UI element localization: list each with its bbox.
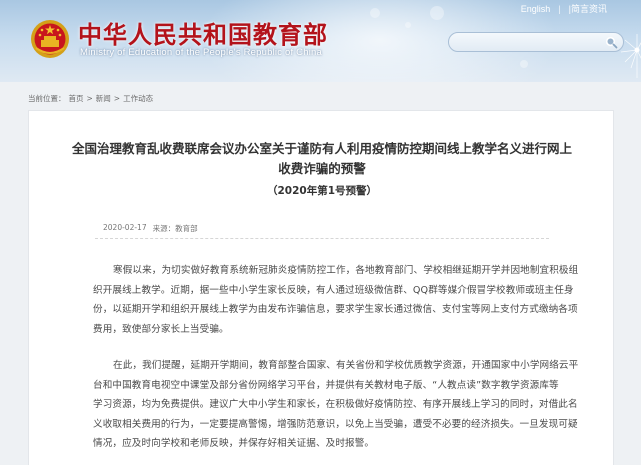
- article-paragraph: 寒假以来，为切实做好教育系统新冠肺炎疫情防控工作，各地教育部门、学校相继延期开学…: [93, 261, 579, 339]
- article-title-line: 收费诈骗的预警: [278, 161, 366, 176]
- mobile-link[interactable]: |简言资讯: [569, 2, 607, 15]
- breadcrumb-label: 当前位置：: [28, 94, 66, 103]
- paragraph-line: 费用，致使部分家长上当受骗。: [93, 323, 229, 335]
- english-link[interactable]: English: [521, 4, 551, 14]
- decor-bubble: [405, 22, 411, 28]
- article-subtitle: （2020年第1号预警）: [266, 185, 378, 197]
- article-source: 来源：教育部: [152, 224, 198, 233]
- paragraph-line: 寒假以来，为切实做好教育系统新冠肺炎疫情防控工作，各地教育部门、学校相继延期开学…: [113, 265, 579, 276]
- paragraph-line: 份，以延期开学和组织开展线上教学为由发布诈骗信息，要求学生家长通过微信、支付宝等…: [93, 304, 578, 315]
- link-separator: |: [558, 3, 561, 14]
- paragraph-line: 义收取相关费用的行为，一定要提高警惕，增强防范意识，以免上当受骗，遭受不必要的经…: [93, 418, 578, 430]
- site-title[interactable]: 中华人民共和国教育部: [78, 15, 328, 50]
- site-title-english: Ministry of Education of the People's Re…: [80, 47, 322, 58]
- decor-bubble: [430, 6, 444, 20]
- dandelion-decoration: [620, 34, 641, 78]
- article-title: 全国治理教育乱收费联席会议办公室关于谨防有人利用疫情防控期间线上教学名义进行网上…: [29, 139, 615, 179]
- paragraph-line: 织开展线上教学。近期，据一些中小学生家长反映，有人通过班级微信群、QQ群等媒介假…: [93, 284, 574, 296]
- article-title-line: 全国治理教育乱收费联席会议办公室关于谨防有人利用疫情防控期间线上教学名义进行网上: [71, 141, 572, 156]
- paragraph-line: 情况，应及时向学校和老师反映，并保存好相关证据、及时报警。: [93, 438, 375, 449]
- top-links: English | |简言资讯: [521, 2, 607, 15]
- article-panel: 全国治理教育乱收费联席会议办公室关于谨防有人利用疫情防控期间线上教学名义进行网上…: [28, 110, 614, 465]
- decor-bubble: [370, 8, 380, 18]
- breadcrumb-work-updates[interactable]: 工作动态: [123, 93, 153, 104]
- breadcrumb: 当前位置： 首页 > 新闻 > 工作动态: [28, 93, 153, 104]
- meta-divider: [95, 238, 549, 239]
- article-paragraph: 在此，我们提醒，延期开学期间，教育部整合国家、有关省份和学校优质教学资源，开通国…: [93, 356, 579, 454]
- article-meta: 2020-02-17 来源：教育部: [103, 223, 198, 234]
- breadcrumb-separator: >: [113, 94, 121, 103]
- breadcrumb-home[interactable]: 首页: [69, 93, 84, 104]
- paragraph-line: 在此，我们提醒，延期开学期间，教育部整合国家、有关省份和学校优质教学资源，开通国…: [113, 360, 579, 371]
- paragraph-line: 台和中国教育电视空中课堂及部分省份网络学习平台，并提供有关教材电子版、“人教点读…: [93, 379, 559, 391]
- decor-bubble: [520, 60, 528, 68]
- breadcrumb-separator: >: [86, 94, 93, 103]
- breadcrumb-news[interactable]: 新闻: [96, 93, 111, 104]
- search-input[interactable]: [448, 32, 624, 52]
- national-emblem-icon[interactable]: [30, 18, 70, 60]
- site-header: 中华人民共和国教育部 Ministry of Education of the …: [0, 0, 641, 82]
- paragraph-line: 学习资源，均为免费提供。建议广大中小学生和家长，在积极做好疫情防控、有序开展线上…: [93, 399, 578, 410]
- article-date: 2020-02-17: [103, 223, 147, 232]
